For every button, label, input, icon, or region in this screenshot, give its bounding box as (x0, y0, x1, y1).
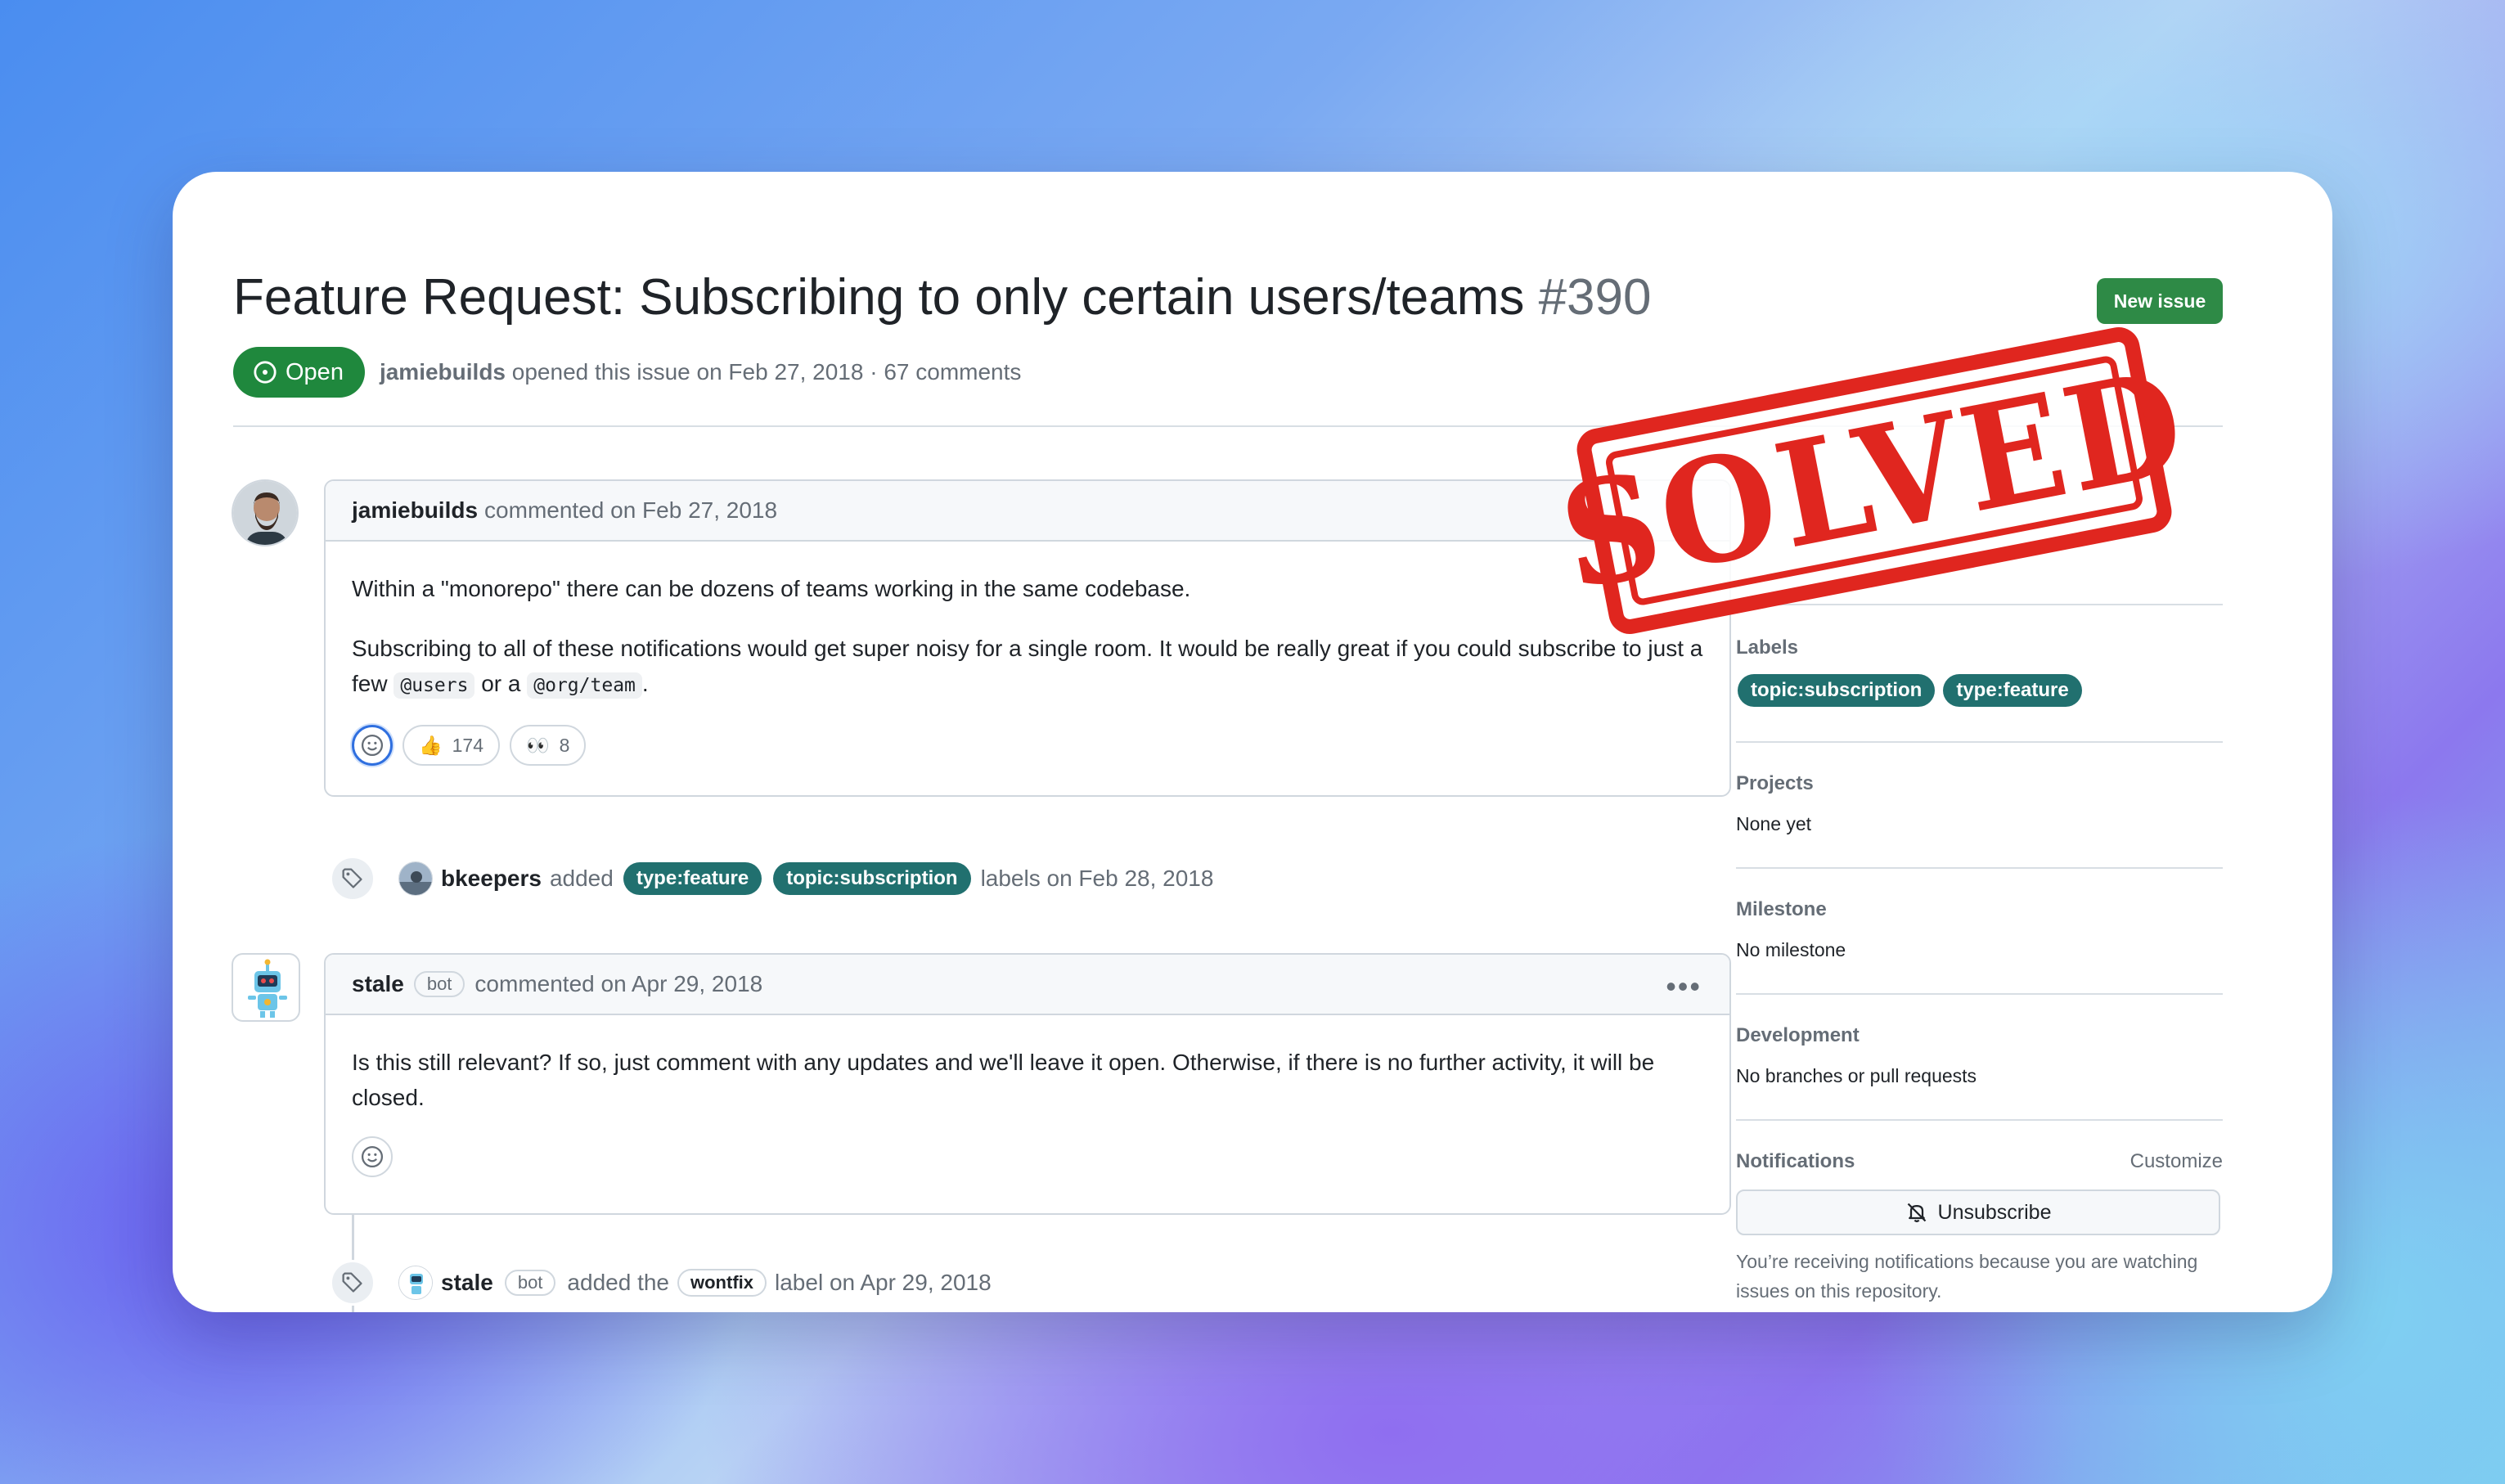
reaction-count: 8 (559, 734, 570, 756)
comment-header: stale bot commented on Apr 29, 2018 (326, 955, 1729, 1015)
avatar-stale-bot[interactable] (232, 953, 300, 1022)
unsubscribe-button[interactable]: Unsubscribe (1736, 1189, 2220, 1235)
solved-stamp: SOLVED (1549, 323, 2200, 638)
sidebar-divider (1736, 741, 2223, 743)
label-type-feature[interactable]: type:feature (1943, 674, 2082, 707)
thumbs-up-icon: 👍 (419, 734, 443, 756)
sidebar-projects[interactable]: Projects None yet (1736, 772, 2223, 835)
comment-2: stale bot commented on Apr 29, 2018 ••• … (324, 953, 1731, 1215)
comment-paragraph: Is this still relevant? If so, just comm… (352, 1050, 1655, 1110)
comment-author[interactable]: jamiebuilds (352, 497, 478, 524)
comment-paragraph: Within a "monorepo" there can be dozens … (352, 576, 1191, 601)
sidebar-heading: Labels (1736, 636, 1799, 659)
avatar-bkeepers[interactable] (398, 861, 433, 896)
smiley-icon (361, 734, 384, 757)
eyes-icon: 👀 (526, 734, 550, 756)
status-label: Open (286, 358, 344, 385)
reactions-bar (352, 1136, 1703, 1177)
timeline-event-labels: bkeepers added type:feature topic:subscr… (330, 856, 1213, 902)
avatar-stale-bot-small[interactable] (398, 1266, 433, 1300)
inline-code: @users (394, 672, 475, 699)
comment-body: Within a "monorepo" there can be dozens … (326, 542, 1729, 766)
avatar-jamiebuilds[interactable] (232, 479, 299, 546)
sidebar-value: No milestone (1736, 939, 1846, 960)
sidebar-development[interactable]: Development No branches or pull requests (1736, 1024, 2223, 1087)
issue-title: Feature Request: Subscribing to only cer… (233, 268, 1652, 326)
comment-header: jamiebuilds commented on Feb 27, 2018 (326, 481, 1729, 542)
issue-opened-text: opened this issue on Feb 27, 2018 · 67 c… (511, 359, 1022, 384)
bot-badge: bot (413, 971, 465, 997)
comment-date[interactable]: commented on Feb 27, 2018 (484, 497, 777, 524)
reaction-eyes[interactable]: 👀 8 (510, 725, 587, 766)
comment-text: or a (481, 671, 521, 696)
sidebar-divider (1736, 604, 2223, 605)
comment-paragraph: Subscribing to all of these notification… (352, 631, 1703, 704)
sidebar-value: None yet (1736, 813, 1812, 834)
label-topic-subscription[interactable]: topic:subscription (1738, 674, 1936, 707)
label-wontfix[interactable]: wontfix (677, 1269, 767, 1297)
issue-card: Feature Request: Subscribing to only cer… (173, 172, 2332, 1312)
event-action: added the (567, 1270, 669, 1295)
unsubscribe-label: Unsubscribe (1937, 1200, 2052, 1224)
issue-title-text: Feature Request: Subscribing to only cer… (233, 269, 1525, 326)
comment-text: . (641, 671, 649, 696)
event-action: added (549, 866, 614, 891)
reactions-bar: 👍 174 👀 8 (352, 725, 1703, 766)
bot-badge: bot (504, 1270, 556, 1296)
sidebar-notifications: Notifications Customize Unsubscribe You’… (1736, 1150, 2223, 1306)
issue-author-link[interactable]: jamiebuilds (380, 359, 506, 384)
add-reaction-button[interactable] (352, 1136, 393, 1177)
timeline-event-label-wontfix: stale bot added the wontfix label on Apr… (330, 1260, 992, 1306)
sidebar-value: No branches or pull requests (1736, 1065, 1977, 1086)
tag-icon (330, 856, 376, 902)
sidebar-divider (1736, 867, 2223, 869)
sidebar-heading: Milestone (1736, 898, 1827, 920)
reaction-thumbs-up[interactable]: 👍 174 (403, 725, 501, 766)
issue-status-row: Open jamiebuilds opened this issue on Fe… (233, 347, 1021, 398)
reaction-count: 174 (452, 734, 484, 756)
issue-open-icon (254, 361, 277, 384)
event-suffix[interactable]: label on Apr 29, 2018 (775, 1270, 992, 1296)
customize-link[interactable]: Customize (2130, 1150, 2223, 1173)
label-topic-subscription[interactable]: topic:subscription (773, 862, 971, 895)
sidebar-divider (1736, 993, 2223, 995)
sidebar-milestone[interactable]: Milestone No milestone (1736, 898, 2223, 961)
event-actor[interactable]: bkeepers (441, 866, 542, 892)
tag-icon (330, 1260, 376, 1306)
sidebar-divider (1736, 1119, 2223, 1121)
issue-meta: jamiebuilds opened this issue on Feb 27,… (380, 359, 1021, 385)
comment-1: jamiebuilds commented on Feb 27, 2018 Wi… (324, 479, 1731, 797)
issue-number: #390 (1538, 269, 1652, 326)
sidebar-heading: Projects (1736, 772, 1814, 794)
comment-date[interactable]: commented on Apr 29, 2018 (474, 971, 762, 997)
new-issue-button[interactable]: New issue (2097, 278, 2223, 324)
inline-code: @org/team (527, 672, 642, 699)
smiley-icon (361, 1145, 384, 1168)
sidebar-heading: Development (1736, 1024, 1860, 1046)
sidebar-label-list: topic:subscription type:feature (1736, 674, 2223, 707)
add-reaction-button[interactable] (352, 725, 393, 766)
notifications-note: You’re receiving notifications because y… (1736, 1251, 2198, 1302)
comment-author[interactable]: stale (352, 971, 404, 997)
stamp-text: SOLVED (1549, 338, 2200, 623)
sidebar-labels[interactable]: Labels topic:subscription type:feature (1736, 636, 2223, 707)
more-options-icon[interactable]: ••• (1666, 969, 1702, 1004)
event-suffix[interactable]: labels on Feb 28, 2018 (981, 866, 1214, 892)
label-type-feature[interactable]: type:feature (623, 862, 762, 895)
bell-slash-icon (1907, 1203, 1926, 1223)
event-actor[interactable]: stale (441, 1270, 493, 1296)
comment-body: Is this still relevant? If so, just comm… (326, 1015, 1729, 1177)
status-badge: Open (233, 347, 365, 398)
